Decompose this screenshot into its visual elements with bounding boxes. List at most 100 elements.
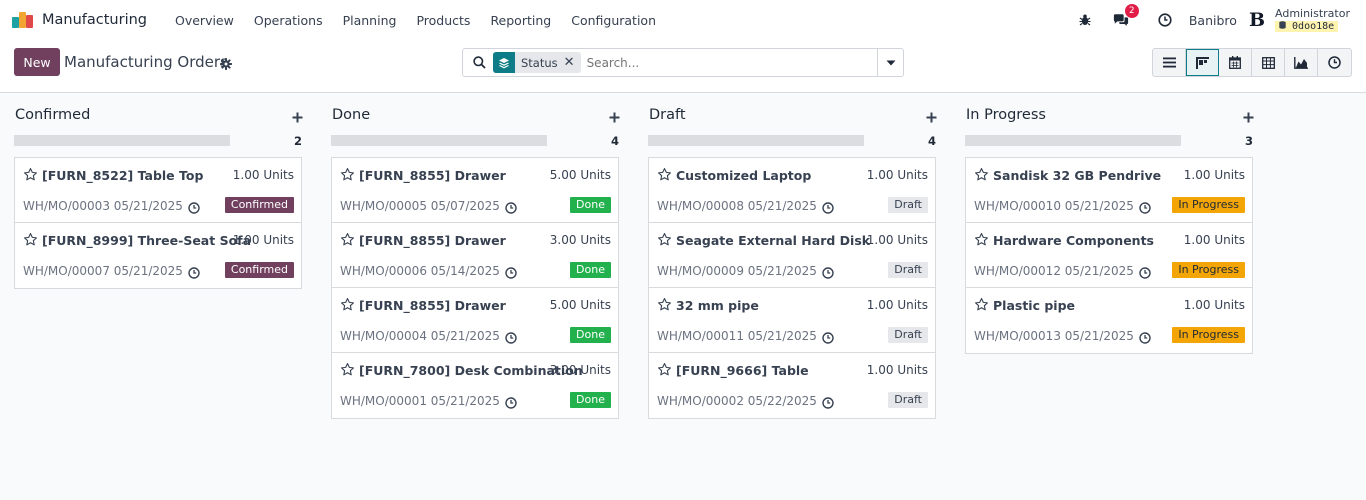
navbar-systray: 2 Banibro B Administrator 0doo18e — [1067, 0, 1350, 40]
column-title[interactable]: Draft — [649, 107, 686, 123]
activity-clock-icon[interactable] — [505, 264, 517, 283]
graph-view-button[interactable] — [1285, 49, 1318, 76]
search-input[interactable] — [584, 54, 865, 71]
quantity: 1.00 Units — [232, 233, 294, 247]
manufacturing-order-card[interactable]: 32 mm pipe 1.00 Units WH/MO/00011 05/21/20… — [649, 288, 935, 353]
user-menu[interactable]: Administrator 0doo18e — [1275, 7, 1350, 33]
priority-star-icon[interactable] — [340, 232, 355, 251]
product-name: Plastic pipe — [993, 298, 1076, 313]
priority-star-icon[interactable] — [340, 167, 355, 186]
activity-clock-icon[interactable] — [505, 394, 517, 413]
debug-bug-icon[interactable] — [1077, 12, 1093, 28]
company-switcher[interactable]: Banibro — [1189, 13, 1237, 28]
activity-clock-icon[interactable] — [1139, 329, 1151, 348]
priority-star-icon[interactable] — [23, 167, 38, 186]
status-badge: Confirmed — [224, 197, 294, 213]
status-badge: Done — [570, 262, 611, 278]
calendar-view-button[interactable] — [1219, 49, 1252, 76]
priority-star-icon[interactable] — [974, 297, 989, 316]
column-progress-bar[interactable] — [331, 135, 547, 146]
search-icon[interactable] — [473, 56, 486, 69]
priority-star-icon[interactable] — [974, 167, 989, 186]
activity-clock-icon[interactable] — [1139, 199, 1151, 218]
pivot-view-button[interactable] — [1252, 49, 1285, 76]
quantity: 5.00 Units — [549, 298, 611, 312]
top-navbar: Manufacturing Overview Operations Planni… — [0, 0, 1366, 40]
manufacturing-order-card[interactable]: [FURN_8999] Three-Seat Sofa 1.00 Units WH/… — [15, 223, 301, 288]
quick-create-plus-icon[interactable] — [609, 108, 620, 127]
column-title[interactable]: In Progress — [966, 107, 1046, 123]
quick-create-plus-icon[interactable] — [292, 108, 303, 127]
activity-clock-icon[interactable] — [822, 264, 834, 283]
chat-messages-icon[interactable]: 2 — [1113, 4, 1139, 28]
menu-operations[interactable]: Operations — [244, 13, 333, 28]
manufacturing-order-card[interactable]: Plastic pipe 1.00 Units WH/MO/00013 05/21/… — [966, 288, 1252, 353]
activity-clock-icon[interactable] — [188, 264, 200, 283]
activity-clock-icon[interactable] — [1157, 12, 1173, 28]
priority-star-icon[interactable] — [657, 167, 672, 186]
user-avatar[interactable]: B — [1249, 9, 1265, 31]
manufacturing-order-card[interactable]: [FURN_8855] Drawer 5.00 Units WH/MO/00004 … — [332, 288, 618, 353]
column-title[interactable]: Done — [332, 107, 370, 123]
manufacturing-order-card[interactable]: Seagate External Hard Disk 1.00 Units WH/M… — [649, 223, 935, 288]
activity-clock-icon[interactable] — [822, 329, 834, 348]
menu-overview[interactable]: Overview — [165, 13, 244, 28]
column-record-count: 2 — [293, 134, 302, 148]
menu-planning[interactable]: Planning — [333, 13, 407, 28]
database-badge: 0doo18e — [1275, 21, 1339, 33]
facet-remove-icon[interactable]: ✕ — [564, 55, 581, 70]
activity-clock-icon[interactable] — [505, 199, 517, 218]
priority-star-icon[interactable] — [657, 362, 672, 381]
new-button[interactable]: New — [14, 48, 60, 76]
app-brand[interactable]: Manufacturing — [12, 12, 165, 28]
manufacturing-order-card[interactable]: Customized Laptop 1.00 Units WH/MO/00008 0… — [649, 158, 935, 223]
priority-star-icon[interactable] — [974, 232, 989, 251]
manufacturing-order-card[interactable]: [FURN_8522] Table Top 1.00 Units WH/MO/000… — [15, 158, 301, 223]
quantity: 5.00 Units — [549, 168, 611, 182]
app-name[interactable]: Manufacturing — [42, 12, 147, 28]
priority-star-icon[interactable] — [657, 232, 672, 251]
manufacturing-order-card[interactable]: [FURN_8855] Drawer 3.00 Units WH/MO/00006 … — [332, 223, 618, 288]
status-badge: In Progress — [1172, 327, 1245, 343]
status-badge: In Progress — [1172, 197, 1245, 213]
manufacturing-order-card[interactable]: [FURN_8855] Drawer 5.00 Units WH/MO/00005 … — [332, 158, 618, 223]
priority-star-icon[interactable] — [340, 362, 355, 381]
manufacturing-order-card[interactable]: [FURN_9666] Table 1.00 Units WH/MO/00002 0… — [649, 353, 935, 418]
activity-clock-icon[interactable] — [822, 199, 834, 218]
quantity: 1.00 Units — [866, 233, 928, 247]
priority-star-icon[interactable] — [23, 232, 38, 251]
activity-view-button[interactable] — [1318, 49, 1351, 76]
clock-icon — [1328, 56, 1341, 69]
search-options-toggle[interactable] — [877, 49, 903, 76]
gear-icon[interactable] — [220, 55, 232, 74]
product-name: Hardware Components — [993, 233, 1154, 248]
column-progress-bar[interactable] — [14, 135, 230, 146]
priority-star-icon[interactable] — [340, 297, 355, 316]
column-progress-bar[interactable] — [965, 135, 1181, 146]
menu-configuration[interactable]: Configuration — [561, 13, 666, 28]
order-reference-date: WH/MO/00004 05/21/2025 — [340, 329, 500, 343]
priority-star-icon[interactable] — [657, 297, 672, 316]
list-view-button[interactable] — [1153, 49, 1186, 76]
calendar-icon — [1229, 56, 1241, 69]
quick-create-plus-icon[interactable] — [926, 108, 937, 127]
kanban-view-button[interactable] — [1186, 49, 1219, 76]
status-badge: Done — [570, 392, 611, 408]
activity-clock-icon[interactable] — [188, 199, 200, 218]
manufacturing-order-card[interactable]: [FURN_7800] Desk Combination 3.00 Units WH… — [332, 353, 618, 418]
menu-reporting[interactable]: Reporting — [480, 13, 561, 28]
activity-clock-icon[interactable] — [505, 329, 517, 348]
manufacturing-order-card[interactable]: Hardware Components 1.00 Units WH/MO/00012… — [966, 223, 1252, 288]
menu-products[interactable]: Products — [406, 13, 480, 28]
column-cards: Customized Laptop 1.00 Units WH/MO/00008 0… — [648, 157, 936, 419]
activity-clock-icon[interactable] — [822, 394, 834, 413]
column-title[interactable]: Confirmed — [15, 107, 90, 123]
area-chart-icon — [1294, 56, 1308, 69]
manufacturing-order-card[interactable]: Sandisk 32 GB Pendrive 1.00 Units WH/MO/00… — [966, 158, 1252, 223]
column-progress-bar[interactable] — [648, 135, 864, 146]
activity-clock-icon[interactable] — [1139, 264, 1151, 283]
chat-unread-badge: 2 — [1124, 4, 1139, 18]
list-icon — [1162, 57, 1176, 68]
order-reference-date: WH/MO/00001 05/21/2025 — [340, 394, 500, 408]
quick-create-plus-icon[interactable] — [1243, 108, 1254, 127]
